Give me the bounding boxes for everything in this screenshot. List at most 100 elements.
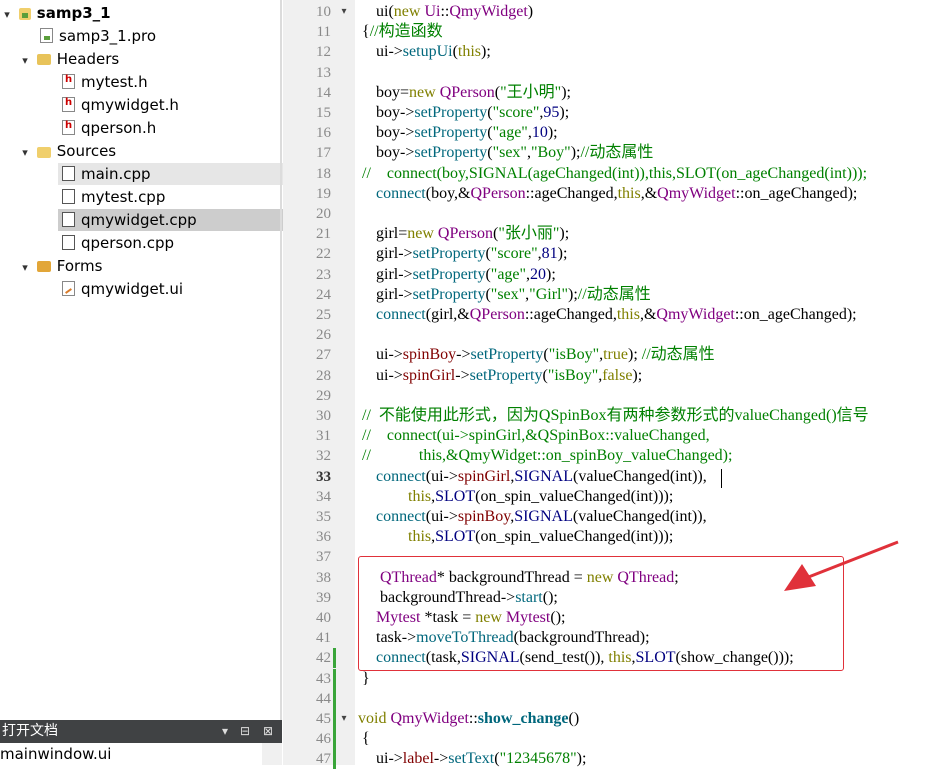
folder-icon	[36, 261, 51, 272]
code-line[interactable]: {//构造函数	[362, 22, 443, 42]
code-line[interactable]: // connect(ui->spinGirl,&QSpinBox::value…	[362, 426, 710, 446]
annotation-highlight-box	[358, 556, 844, 671]
change-marker	[333, 689, 336, 709]
code-line[interactable]: girl->setProperty("score",81);	[376, 244, 567, 264]
line-number: 33	[316, 469, 331, 485]
tree-item-header[interactable]: mytest.h	[62, 69, 148, 93]
code-line[interactable]: // 不能使用此形式，因为QSpinBox有两种参数形式的valueChange…	[362, 406, 869, 426]
collapse-arrow-icon[interactable]: ▾	[18, 50, 32, 72]
code-line[interactable]: ui(new Ui::QmyWidget)	[376, 2, 533, 22]
line-number: 45	[316, 711, 331, 727]
line-number: 23	[316, 267, 331, 283]
code-line[interactable]: connect(girl,&QPerson::ageChanged,this,&…	[376, 305, 857, 325]
code-line[interactable]: girl->setProperty("age",20);	[376, 265, 556, 285]
line-number: 21	[316, 226, 331, 242]
code-line[interactable]: connect(ui->spinBoy,SIGNAL(valueChanged(…	[376, 507, 707, 527]
folder-icon	[36, 147, 51, 158]
tree-item-pro-file[interactable]: samp3_1.pro	[40, 25, 156, 47]
close-icon[interactable]: ⊠	[263, 720, 273, 743]
line-number: 30	[316, 408, 331, 424]
code-line[interactable]: boy=new QPerson("王小明");	[376, 83, 571, 103]
code-line[interactable]: boy->setProperty("score",95);	[376, 103, 569, 123]
change-marker	[333, 709, 336, 729]
code-line[interactable]: ui->label->setText("12345678");	[376, 749, 586, 769]
tree-item-form[interactable]: qmywidget.ui	[62, 278, 183, 300]
folder-icon	[36, 54, 51, 65]
line-number: 12	[316, 44, 331, 60]
line-number: 39	[316, 590, 331, 606]
code-line[interactable]: boy->setProperty("sex","Boy");//动态属性	[376, 143, 653, 163]
line-number: 47	[316, 751, 331, 767]
line-number: 10	[316, 4, 331, 20]
code-line[interactable]: // connect(boy,SIGNAL(ageChanged(int)),t…	[362, 164, 867, 184]
line-number: 44	[316, 691, 331, 707]
header-file-icon	[62, 69, 75, 91]
line-number: 36	[316, 529, 331, 545]
tree-item-source[interactable]: qperson.cpp	[62, 232, 174, 254]
header-file-icon	[62, 92, 75, 114]
fold-toggle-icon[interactable]: ▾	[336, 709, 352, 729]
tree-item-sources[interactable]: ▾ Sources	[18, 140, 116, 162]
tree-item-project[interactable]: ▾ samp3_1	[0, 2, 110, 26]
cpp-file-icon	[62, 235, 75, 250]
line-number: 19	[316, 186, 331, 202]
code-line[interactable]: connect(ui->spinGirl,SIGNAL(valueChanged…	[376, 467, 707, 487]
tree-item-header[interactable]: qperson.h	[62, 115, 156, 139]
code-line[interactable]: void QmyWidget::show_change()	[358, 709, 579, 729]
line-number: 42	[316, 650, 331, 666]
line-number: 41	[316, 630, 331, 646]
code-line[interactable]: girl->setProperty("sex","Girl");//动态属性	[376, 285, 651, 305]
cpp-file-icon	[62, 189, 75, 204]
pro-file-icon	[40, 28, 53, 43]
collapse-arrow-icon[interactable]: ▾	[0, 4, 14, 26]
project-tree[interactable]: ▾ samp3_1 samp3_1.pro ▾ Headers mytest.h…	[0, 0, 284, 718]
code-line[interactable]: }	[362, 669, 370, 689]
cpp-file-icon	[62, 212, 75, 227]
project-icon	[18, 8, 31, 20]
code-line[interactable]: this,SLOT(on_spin_valueChanged(int)));	[408, 527, 673, 547]
tree-item-headers[interactable]: ▾ Headers	[18, 48, 119, 70]
collapse-arrow-icon[interactable]: ▾	[18, 142, 32, 164]
code-line[interactable]: boy->setProperty("age",10);	[376, 123, 558, 143]
code-line[interactable]: ui->spinBoy->setProperty("isBoy",true); …	[376, 345, 715, 365]
dropdown-arrow-icon[interactable]: ▾	[222, 720, 228, 743]
line-number: 46	[316, 731, 331, 747]
change-marker	[333, 749, 336, 769]
code-line[interactable]: {	[362, 729, 370, 749]
open-documents-list[interactable]: mainwindow.ui	[0, 743, 262, 765]
header-file-icon	[62, 115, 75, 137]
tree-item-source-selected[interactable]: qmywidget.cpp	[58, 209, 284, 231]
fold-toggle-icon[interactable]: ▾	[336, 2, 352, 22]
code-line[interactable]: connect(boy,&QPerson::ageChanged,this,&Q…	[376, 184, 857, 204]
tree-item-forms[interactable]: ▾ Forms	[18, 255, 102, 277]
code-line[interactable]: girl=new QPerson("张小丽");	[376, 224, 569, 244]
tree-item-source[interactable]: mytest.cpp	[62, 186, 165, 208]
line-number: 35	[316, 509, 331, 525]
line-number: 11	[316, 24, 331, 40]
code-line[interactable]: this,SLOT(on_spin_valueChanged(int)));	[408, 487, 673, 507]
line-number: 40	[316, 610, 331, 626]
line-number: 15	[316, 105, 331, 121]
panel-splitter[interactable]	[280, 0, 282, 765]
ui-file-icon	[62, 281, 75, 296]
code-line[interactable]: ui->spinGirl->setProperty("isBoy",false)…	[376, 366, 642, 386]
tree-item-source[interactable]: main.cpp	[58, 163, 284, 185]
line-number: 31	[316, 428, 331, 444]
line-number: 20	[316, 206, 331, 222]
text-caret	[721, 469, 722, 488]
open-document-item[interactable]: mainwindow.ui	[0, 743, 111, 765]
collapse-arrow-icon[interactable]: ▾	[18, 257, 32, 279]
cpp-file-icon	[62, 166, 75, 181]
line-number: 32	[316, 448, 331, 464]
code-line[interactable]: ui->setupUi(this);	[376, 42, 491, 62]
line-number: 37	[316, 549, 331, 565]
line-number: 25	[316, 307, 331, 323]
line-number: 17	[316, 145, 331, 161]
line-number: 27	[316, 347, 331, 363]
split-icon[interactable]: ⊟	[240, 720, 250, 743]
code-line[interactable]: // this,&QmyWidget::on_spinBoy_valueChan…	[362, 446, 732, 466]
open-documents-title: 打开文档	[2, 723, 58, 739]
tree-item-header[interactable]: qmywidget.h	[62, 92, 179, 116]
scrollbar[interactable]	[262, 743, 282, 765]
line-number: 13	[316, 65, 331, 81]
